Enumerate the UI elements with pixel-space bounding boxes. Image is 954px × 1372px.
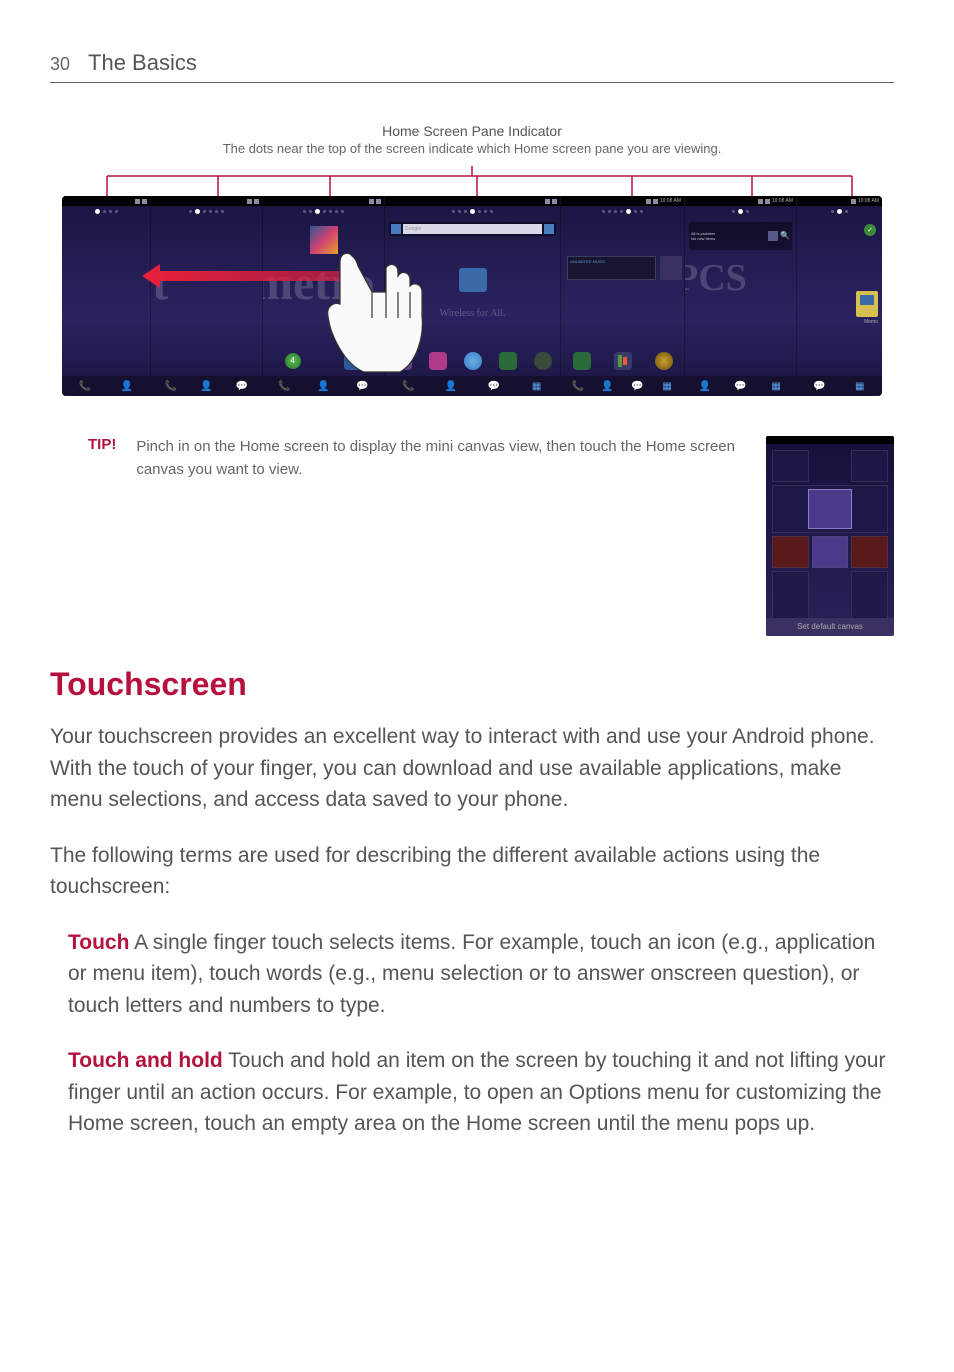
page-header: 30 The Basics xyxy=(50,50,894,83)
memo-label: Memo xyxy=(864,319,878,325)
indicator-caption: Home Screen Pane Indicator The dots near… xyxy=(50,123,894,156)
phone-icon: 📞 xyxy=(572,380,584,392)
status-time: 10:08 AM xyxy=(660,198,681,204)
touch-hold-term: Touch and hold xyxy=(68,1049,223,1072)
app-icon-market xyxy=(499,352,517,370)
indicator-title: Home Screen Pane Indicator xyxy=(50,123,894,139)
contacts-icon: 👤 xyxy=(699,380,711,392)
connector-lines xyxy=(62,166,882,196)
app-icon-camera xyxy=(534,352,552,370)
mic-icon xyxy=(544,224,554,234)
badge-icon: 4 xyxy=(285,353,301,369)
intro-paragraph-2: The following terms are used for describ… xyxy=(50,840,894,903)
status-time: 10:08 AM xyxy=(772,198,793,204)
phone-icon: 📞 xyxy=(165,380,177,392)
phone-icon: 📞 xyxy=(79,380,91,392)
section-title: Touchscreen xyxy=(50,666,894,703)
news-widget: All is problemNo new items 🔍 xyxy=(689,222,792,250)
screen-pane-6: 10:08 AM All is problemNo new items 🔍 PC… xyxy=(685,196,797,396)
google-search-widget: Google xyxy=(389,222,556,236)
touch-text: A single finger touch selects items. For… xyxy=(68,931,875,1017)
intro-paragraph-1: Your touchscreen provides an excellent w… xyxy=(50,721,894,816)
tip-block: TIP! Pinch in on the Home screen to disp… xyxy=(50,436,894,636)
phone-icon: 📞 xyxy=(279,380,291,392)
tip-label: TIP! xyxy=(88,436,116,453)
google-input: Google xyxy=(403,224,542,234)
widget-icon xyxy=(768,231,778,241)
mini-canvas-screenshot: Set default canvas xyxy=(766,436,894,636)
messaging-icon: 💬 xyxy=(236,380,248,392)
touch-term: Touch xyxy=(68,931,129,954)
contacts-icon: 👤 xyxy=(445,380,457,392)
google-logo-icon xyxy=(391,224,401,234)
music-widget: UNLIMITED MUSIC xyxy=(567,256,656,280)
contacts-icon: 👤 xyxy=(200,380,212,392)
contacts-icon: 👤 xyxy=(602,380,614,392)
home-screen-diagram: r 📞 👤 met 📞 👤 💬 metro xyxy=(62,166,882,396)
hand-pointer-icon xyxy=(322,244,442,384)
page-number: 30 xyxy=(50,54,70,75)
screen-pane-7: 10:08 AM ✓ Memo 💬 ▦ xyxy=(797,196,882,396)
indicator-subtitle: The dots near the top of the screen indi… xyxy=(50,141,894,156)
screen-pane-1: r 📞 👤 xyxy=(62,196,151,396)
settings-icon xyxy=(655,352,673,370)
calendar-widget xyxy=(459,268,487,292)
apps-icon: ▦ xyxy=(854,380,866,392)
status-time: 10:08 AM xyxy=(858,198,879,204)
messaging-icon: 💬 xyxy=(813,380,825,392)
contacts-icon: 👤 xyxy=(121,380,133,392)
touch-definition: Touch A single finger touch selects item… xyxy=(68,927,894,1022)
tip-text: Pinch in on the Home screen to display t… xyxy=(136,436,746,481)
app-icon xyxy=(573,352,591,370)
screen-pane-5: 10:08 AM UNLIMITED MUSIC pcs 📞 👤 💬 ▦ xyxy=(561,196,685,396)
set-default-button: Set default canvas xyxy=(766,618,894,636)
search-icon: 🔍 xyxy=(780,231,790,241)
apps-icon: ▦ xyxy=(770,380,782,392)
app-icon-browser xyxy=(464,352,482,370)
apps-icon: ▦ xyxy=(661,380,673,392)
wallpaper-text: PCS xyxy=(685,256,747,300)
header-title: The Basics xyxy=(88,50,197,76)
touch-hold-definition: Touch and hold Touch and hold an item on… xyxy=(68,1045,894,1140)
apps-icon: ▦ xyxy=(531,380,543,392)
messaging-icon: 💬 xyxy=(734,380,746,392)
checkmark-icon: ✓ xyxy=(864,224,876,236)
music-album xyxy=(660,256,682,280)
memo-icon xyxy=(856,291,878,317)
messaging-icon: 💬 xyxy=(488,380,500,392)
messaging-icon: 💬 xyxy=(631,380,643,392)
